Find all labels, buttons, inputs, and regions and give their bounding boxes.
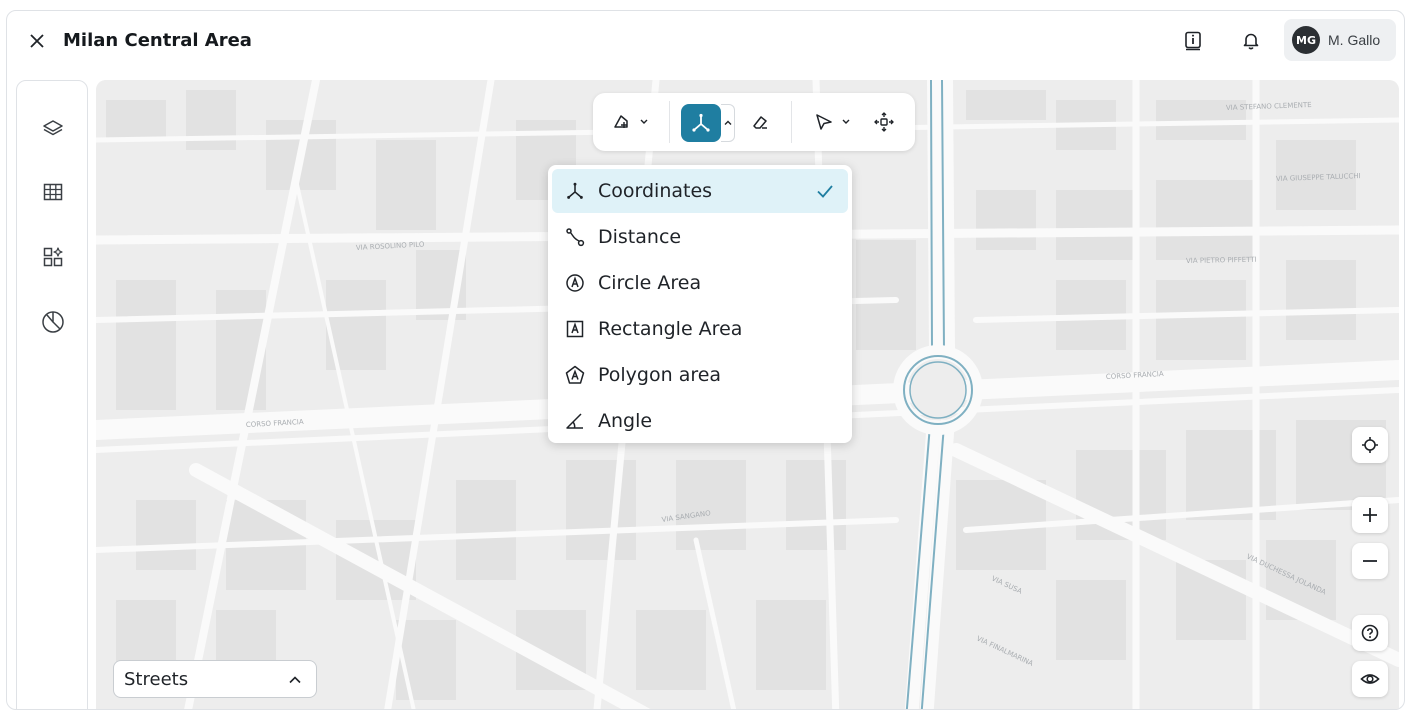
draw-shape-tool[interactable] (607, 106, 659, 138)
check-icon (817, 185, 833, 198)
rectangle-area-icon (564, 318, 586, 340)
chevron-up-icon (724, 120, 731, 125)
locate-button[interactable] (1352, 427, 1388, 463)
eye-icon (1360, 674, 1380, 684)
sidebar (16, 80, 88, 709)
info-icon[interactable] (1181, 29, 1205, 53)
page-title: Milan Central Area (63, 30, 252, 51)
basemap-value: Streets (124, 668, 189, 690)
draw-shape-icon (614, 115, 648, 128)
measure-coordinates-icon (692, 113, 710, 132)
plus-icon (1363, 508, 1377, 522)
user-menu[interactable]: MG M. Gallo (1284, 19, 1396, 61)
help-icon (1361, 624, 1379, 642)
select-tool[interactable] (809, 106, 861, 138)
distance-icon (564, 226, 586, 248)
header: Milan Central Area MG M. Gallo (7, 11, 1404, 73)
basemap-select[interactable]: Streets (113, 660, 317, 698)
coordinates-icon (564, 180, 586, 202)
avatar: MG (1292, 26, 1320, 54)
menu-item-label: Distance (598, 226, 682, 248)
menu-item-distance[interactable]: Distance (552, 215, 848, 259)
measure-tool[interactable] (681, 104, 721, 142)
user-name: M. Gallo (1328, 32, 1381, 48)
measure-dropdown-toggle[interactable] (721, 104, 735, 142)
move-icon (874, 112, 894, 132)
app-window: Milan Central Area MG M. Gallo CORSO FRA… (6, 10, 1405, 710)
menu-item-label: Angle (598, 410, 653, 432)
menu-item-angle[interactable]: Angle (552, 399, 848, 443)
zoom-in-button[interactable] (1352, 497, 1388, 533)
svg-text:VIA PIETRO PIFFETTI: VIA PIETRO PIFFETTI (1186, 256, 1257, 265)
menu-item-label: Rectangle Area (598, 318, 743, 340)
menu-item-label: Polygon area (598, 364, 722, 386)
eraser-tool[interactable] (745, 106, 775, 138)
measure-menu: Coordinates Distance Circle Area Rectang… (548, 165, 852, 443)
layers-icon[interactable] (39, 115, 67, 143)
map-toolbar (593, 93, 915, 151)
menu-item-label: Circle Area (598, 272, 702, 294)
widgets-add-icon[interactable] (39, 243, 67, 271)
pan-tool[interactable] (869, 106, 899, 138)
polygon-area-icon (564, 364, 586, 386)
close-icon[interactable] (25, 29, 49, 53)
menu-item-rectangle-area[interactable]: Rectangle Area (552, 307, 848, 351)
zoom-out-button[interactable] (1352, 543, 1388, 579)
menu-item-coordinates[interactable]: Coordinates (552, 169, 848, 213)
minus-icon (1363, 560, 1377, 562)
circle-area-icon (564, 272, 586, 294)
map-canvas[interactable]: CORSO FRANCIA CORSO FRANCIA VIA PIETRO P… (96, 80, 1399, 709)
menu-item-label: Coordinates (598, 180, 713, 202)
pointer-icon (816, 114, 850, 130)
visibility-button[interactable] (1352, 661, 1388, 697)
bell-icon[interactable] (1239, 29, 1263, 53)
crosshair-icon (1362, 437, 1378, 453)
help-button[interactable] (1352, 615, 1388, 651)
eraser-icon (753, 116, 767, 129)
chevron-up-icon (289, 676, 301, 684)
menu-item-circle-area[interactable]: Circle Area (552, 261, 848, 305)
menu-item-polygon-area[interactable]: Polygon area (552, 353, 848, 397)
angle-icon (564, 410, 586, 432)
pie-chart-icon[interactable] (39, 308, 67, 336)
table-icon[interactable] (39, 178, 67, 206)
